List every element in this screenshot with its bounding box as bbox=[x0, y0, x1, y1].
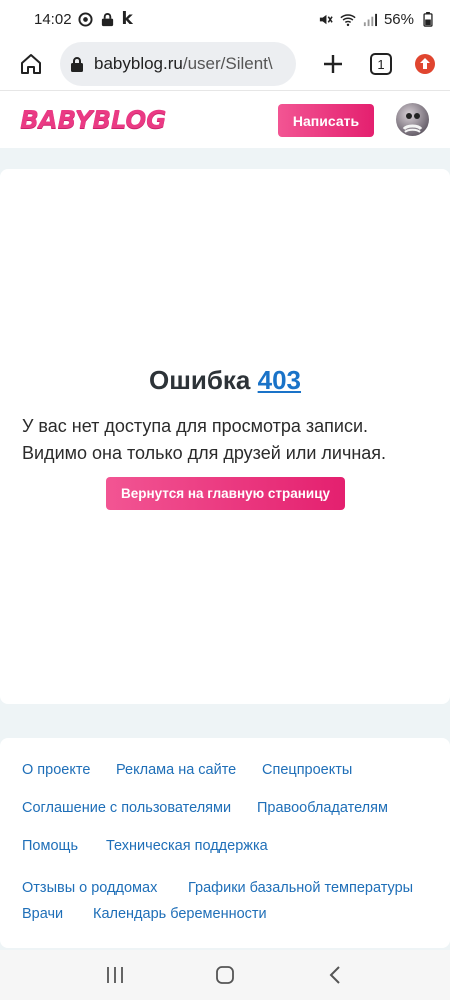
home-nav-icon[interactable] bbox=[210, 960, 240, 990]
footer-link-doctors[interactable]: Врачи bbox=[22, 906, 63, 922]
footer-link-maternity-reviews[interactable]: Отзывы о роддомах bbox=[22, 880, 157, 896]
mute-icon bbox=[318, 11, 334, 27]
site-header: BABYBLOG Написать bbox=[0, 90, 450, 148]
tab-switcher-button[interactable]: 1 bbox=[370, 53, 392, 75]
back-to-home-button[interactable]: Вернутся на главную страницу bbox=[106, 477, 345, 510]
status-time: 14:02 bbox=[34, 10, 72, 28]
error-card: Ошибка 403 У вас нет доступа для просмот… bbox=[0, 169, 450, 704]
sync-icon bbox=[78, 11, 94, 27]
wifi-icon bbox=[340, 11, 356, 27]
footer-link-advertising[interactable]: Реклама на сайте bbox=[116, 762, 236, 778]
browser-toolbar: babyblog.ru/user/Silent\ 1 bbox=[0, 38, 450, 90]
footer-link-about[interactable]: О проекте bbox=[22, 762, 90, 778]
k-app-icon: k bbox=[121, 9, 133, 29]
tab-count: 1 bbox=[377, 56, 385, 72]
lock-icon bbox=[70, 56, 86, 72]
new-tab-icon[interactable] bbox=[318, 49, 348, 79]
url-path: /user/Silent\ bbox=[182, 54, 273, 73]
battery-icon bbox=[420, 11, 436, 27]
lock-status-icon bbox=[100, 11, 116, 27]
system-nav-bar bbox=[0, 950, 450, 1000]
footer-link-pregnancy-calendar[interactable]: Календарь беременности bbox=[93, 906, 267, 922]
footer-link-help[interactable]: Помощь bbox=[22, 838, 78, 854]
error-title: Ошибка 403 bbox=[0, 365, 450, 396]
footer-link-copyright[interactable]: Правообладателям bbox=[257, 800, 388, 816]
footer-link-special-projects[interactable]: Спецпроекты bbox=[262, 762, 352, 778]
footer-link-user-agreement[interactable]: Соглашение с пользователями bbox=[22, 800, 231, 816]
recent-apps-icon[interactable] bbox=[100, 960, 130, 990]
status-bar: 14:02 k 56% bbox=[0, 0, 450, 38]
battery-percent: 56% bbox=[383, 10, 414, 28]
site-logo[interactable]: BABYBLOG bbox=[20, 105, 167, 134]
url-host: babyblog.ru bbox=[94, 54, 183, 73]
footer-link-basal-temperature[interactable]: Графики базальной температуры bbox=[188, 880, 413, 896]
error-title-word: Ошибка bbox=[148, 365, 251, 395]
site-footer: О проекте Реклама на сайте Спецпроекты С… bbox=[0, 738, 450, 948]
address-bar[interactable]: babyblog.ru/user/Silent\ bbox=[60, 42, 296, 86]
extension-icon[interactable] bbox=[414, 53, 436, 75]
error-message: У вас нет доступа для просмотра записи. … bbox=[22, 416, 387, 463]
avatar[interactable] bbox=[396, 103, 429, 136]
footer-link-support[interactable]: Техническая поддержка bbox=[106, 838, 268, 854]
home-icon[interactable] bbox=[14, 47, 48, 81]
back-icon[interactable] bbox=[320, 960, 350, 990]
error-code-link[interactable]: 403 bbox=[258, 365, 301, 395]
url-text: babyblog.ru/user/Silent\ bbox=[94, 54, 273, 74]
write-button[interactable]: Написать bbox=[278, 104, 374, 137]
signal-icon bbox=[362, 11, 378, 27]
